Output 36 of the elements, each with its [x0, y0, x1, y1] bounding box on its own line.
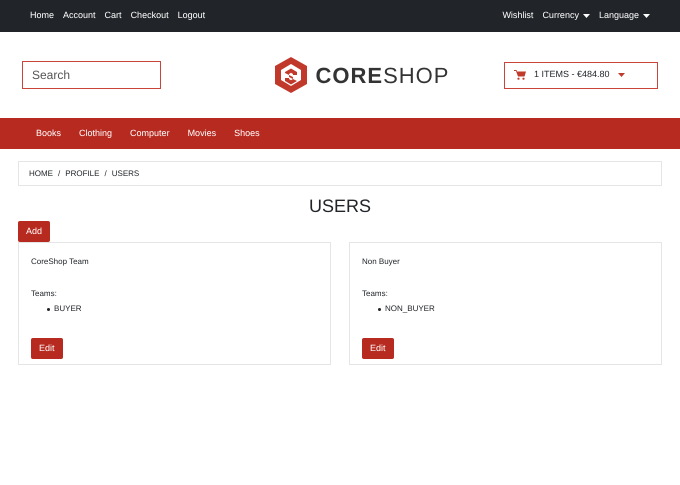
logo-text: CORESHOP — [316, 62, 450, 90]
team-name: BUYER — [54, 303, 82, 315]
top-nav-link[interactable]: Account — [63, 9, 96, 23]
top-nav-link[interactable]: Home — [30, 9, 54, 23]
page-title: USERS — [308, 195, 372, 217]
teams-label: Teams: — [362, 288, 389, 300]
breadcrumb-link[interactable]: PROFILE — [65, 168, 100, 180]
top-nav-link[interactable]: Language — [598, 9, 650, 23]
user-name: CoreShop Team — [31, 256, 90, 268]
breadcrumb-link[interactable]: HOME — [29, 168, 53, 180]
top-nav-link[interactable]: Checkout — [130, 9, 169, 23]
category-link[interactable]: Movies — [188, 126, 216, 140]
team-name: NON_BUYER — [385, 303, 435, 315]
category-link[interactable]: Books — [36, 126, 62, 140]
top-nav-link[interactable]: Wishlist — [502, 9, 534, 23]
category-link[interactable]: Shoes — [234, 126, 260, 140]
category-link[interactable]: Computer — [130, 126, 170, 140]
add-button[interactable]: Add — [18, 221, 50, 242]
teams-label: Teams: — [31, 288, 58, 300]
top-nav-link[interactable]: Currency — [542, 9, 590, 23]
bullet-icon — [47, 308, 50, 310]
cart-button[interactable]: 1 ITEMS - €484.80 — [504, 62, 658, 88]
search-field[interactable]: Search — [22, 61, 161, 89]
category-link[interactable]: Clothing — [79, 126, 112, 140]
top-nav-link[interactable]: Cart — [104, 9, 122, 23]
cart-icon — [514, 70, 526, 80]
top-nav-link[interactable]: Logout — [178, 9, 206, 23]
bullet-icon — [378, 308, 381, 310]
user-name: Non Buyer — [362, 256, 401, 268]
breadcrumb-separator: / — [58, 168, 60, 180]
breadcrumb-separator: / — [104, 168, 107, 180]
caret-icon — [618, 73, 625, 77]
current-page-label: USERS — [112, 168, 140, 180]
edit-button[interactable]: Edit — [31, 338, 63, 359]
logo-icon — [274, 56, 308, 94]
edit-button[interactable]: Edit — [362, 338, 394, 359]
